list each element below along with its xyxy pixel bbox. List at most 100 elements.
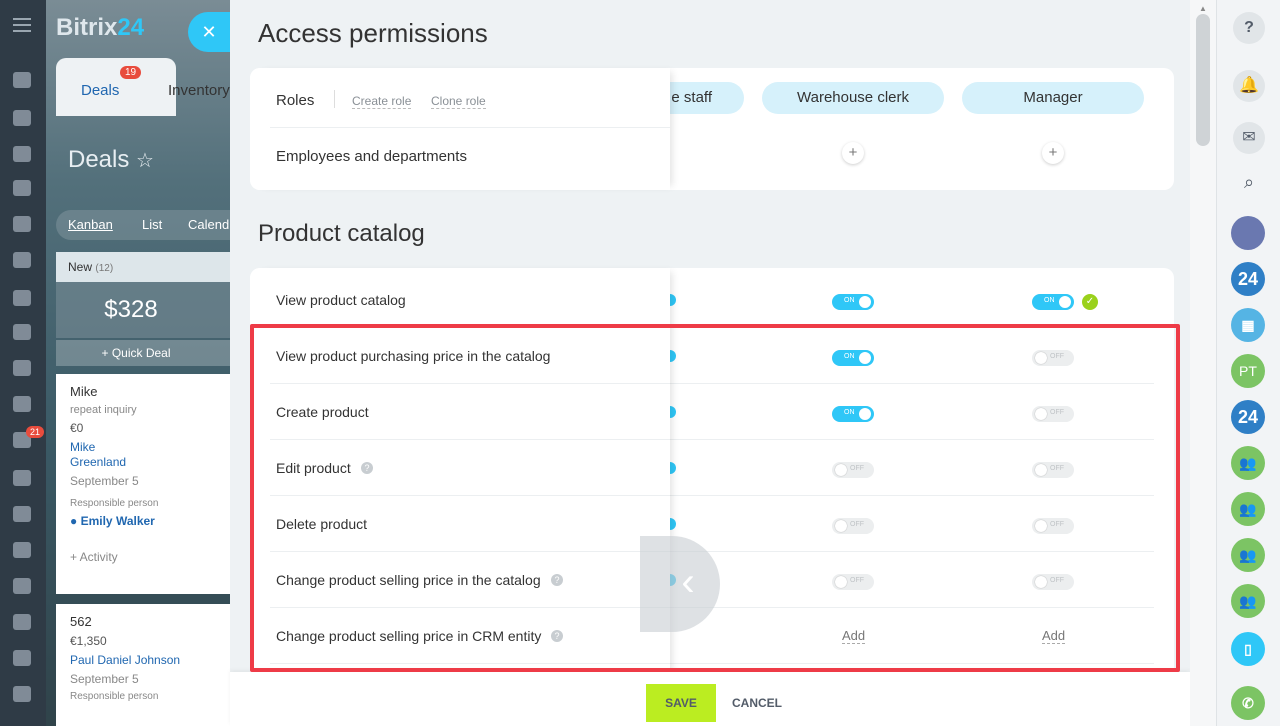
permission-toggle[interactable]: ON (1032, 294, 1074, 310)
apps-icon[interactable] (13, 614, 31, 630)
company-icon[interactable] (13, 686, 31, 702)
permission-label: View product purchasing price in the cat… (276, 348, 551, 364)
group-chat-icon[interactable]: 👥 (1231, 492, 1265, 526)
permissions-sticky-column: View product catalog View product purchas… (250, 268, 670, 680)
permission-toggle[interactable]: OFF (1032, 518, 1074, 534)
bell-icon[interactable]: 🔔 (1233, 70, 1265, 102)
permission-label: Edit product (276, 460, 351, 476)
close-slider-button[interactable]: ✕ (188, 12, 230, 52)
toggle-text: OFF (1050, 465, 1064, 472)
scrollbar[interactable]: ▲ (1190, 0, 1216, 726)
help-icon[interactable]: ? (551, 630, 563, 642)
tab-deals[interactable]: Deals 19 (56, 58, 176, 116)
permission-row: View product purchasing price in the cat… (270, 328, 670, 384)
save-button[interactable]: SAVE (646, 684, 716, 722)
cart-icon[interactable] (13, 506, 31, 522)
tasks-icon[interactable] (13, 396, 31, 412)
add-link[interactable]: Add (1042, 628, 1066, 644)
toggle-text: OFF (1050, 521, 1064, 528)
permission-toggle[interactable]: OFF (1032, 350, 1074, 366)
left-navigation: 21 (0, 0, 46, 726)
user-avatar[interactable] (1231, 216, 1265, 250)
help-icon[interactable]: ? (1233, 12, 1265, 44)
mail-icon[interactable] (13, 360, 31, 376)
bitrix-logo: Bitrix24 (56, 14, 145, 41)
toggle-text: ON (1044, 297, 1055, 304)
toggle-text: ON (844, 353, 855, 360)
toggle-text: OFF (850, 577, 864, 584)
permission-row: Edit product? (270, 440, 670, 496)
column-sum: $328 (56, 282, 246, 338)
settings-sliders-icon[interactable] (13, 650, 31, 666)
scrollbar-thumb[interactable] (1196, 14, 1210, 146)
toggle-knob (835, 464, 847, 476)
check-icon: ✓ (1082, 294, 1098, 310)
add-employee-warehouse-icon[interactable]: + (842, 142, 864, 164)
mobile-app-icon[interactable]: ▯ (1231, 632, 1265, 666)
permission-label: Change product selling price in the cata… (276, 572, 541, 588)
box-icon[interactable] (13, 578, 31, 594)
toggle-text: OFF (1050, 409, 1064, 416)
user-initials-avatar[interactable]: PT (1231, 354, 1265, 388)
view-kanban[interactable]: Kanban (68, 217, 113, 232)
add-activity[interactable]: + Activity (70, 550, 242, 564)
create-role-link[interactable]: Create role (352, 94, 412, 109)
bitrix24-icon[interactable]: 24 (1231, 262, 1265, 296)
phone-icon[interactable]: ✆ (1231, 686, 1265, 720)
permission-toggle[interactable]: ON (832, 406, 874, 422)
search-icon[interactable]: ⌕ (1233, 166, 1265, 198)
bitrix24-icon-2[interactable]: 24 (1231, 400, 1265, 434)
group-chat-icon[interactable]: 👥 (1231, 584, 1265, 618)
roles-sticky-column: Roles Create role Clone role Employees a… (250, 68, 670, 190)
help-icon[interactable]: ? (361, 462, 373, 474)
permission-toggle[interactable]: OFF (1032, 462, 1074, 478)
permission-toggle[interactable]: ON (832, 350, 874, 366)
document-icon[interactable] (13, 216, 31, 232)
calendar-chat-icon[interactable]: ▦ (1231, 308, 1265, 342)
permission-toggle[interactable]: OFF (832, 462, 874, 478)
partial-toggle (670, 462, 676, 474)
column-header: New (12) (56, 252, 246, 282)
responsible-user[interactable]: ● Emily Walker (70, 514, 242, 528)
scroll-up-icon[interactable]: ▲ (1199, 4, 1207, 13)
permission-toggle[interactable]: OFF (1032, 574, 1074, 590)
robot-icon[interactable] (13, 252, 31, 268)
tab-deals-label: Deals (81, 82, 120, 99)
deal-card[interactable]: Mike repeat inquiry €0 Mike Greenland Se… (56, 374, 246, 594)
permission-toggle[interactable]: OFF (832, 574, 874, 590)
target-icon[interactable] (13, 470, 31, 486)
permission-toggle[interactable]: OFF (832, 518, 874, 534)
group-chat-icon[interactable]: 👥 (1231, 538, 1265, 572)
panel-title: Access permissions (258, 18, 488, 48)
toggle-knob (835, 576, 847, 588)
drive-icon[interactable] (13, 290, 31, 306)
permission-toggle[interactable]: ON (832, 294, 874, 310)
permission-row: Change product selling price in CRM enti… (270, 608, 670, 664)
permission-toggle[interactable]: OFF (1032, 406, 1074, 422)
help-icon[interactable]: ? (551, 574, 563, 586)
clone-role-link[interactable]: Clone role (431, 94, 486, 109)
crm-icon[interactable] (13, 72, 31, 88)
deal-card[interactable]: 562 €1,350 Paul Daniel Johnson September… (56, 604, 246, 726)
cancel-button[interactable]: CANCEL (732, 696, 782, 710)
tab-inventory[interactable]: Inventory (168, 82, 230, 99)
section-title: Product catalog (258, 220, 425, 247)
employees-icon[interactable] (13, 324, 31, 340)
contact-card-icon[interactable] (13, 542, 31, 558)
group-chat-icon[interactable]: 👥 (1231, 446, 1265, 480)
chat-icon[interactable] (13, 146, 31, 162)
feed-icon[interactable] (13, 110, 31, 126)
view-list[interactable]: List (142, 217, 162, 232)
add-employee-manager-icon[interactable]: + (1042, 142, 1064, 164)
star-icon: ☆ (136, 150, 154, 172)
quick-deal-button[interactable]: + Quick Deal (56, 340, 246, 366)
page-title: Deals ☆ (68, 146, 154, 173)
menu-icon[interactable] (13, 18, 31, 32)
calendar-icon[interactable] (13, 180, 31, 196)
access-permissions-panel: Access permissions e staff Warehouse cle… (230, 0, 1190, 726)
role-warehouse-clerk[interactable]: Warehouse clerk (762, 82, 944, 114)
chat-bubble-icon[interactable]: ✉ (1233, 122, 1265, 154)
add-link[interactable]: Add (842, 628, 866, 644)
view-calendar[interactable]: Calend (188, 217, 229, 232)
role-manager[interactable]: Manager (962, 82, 1144, 114)
